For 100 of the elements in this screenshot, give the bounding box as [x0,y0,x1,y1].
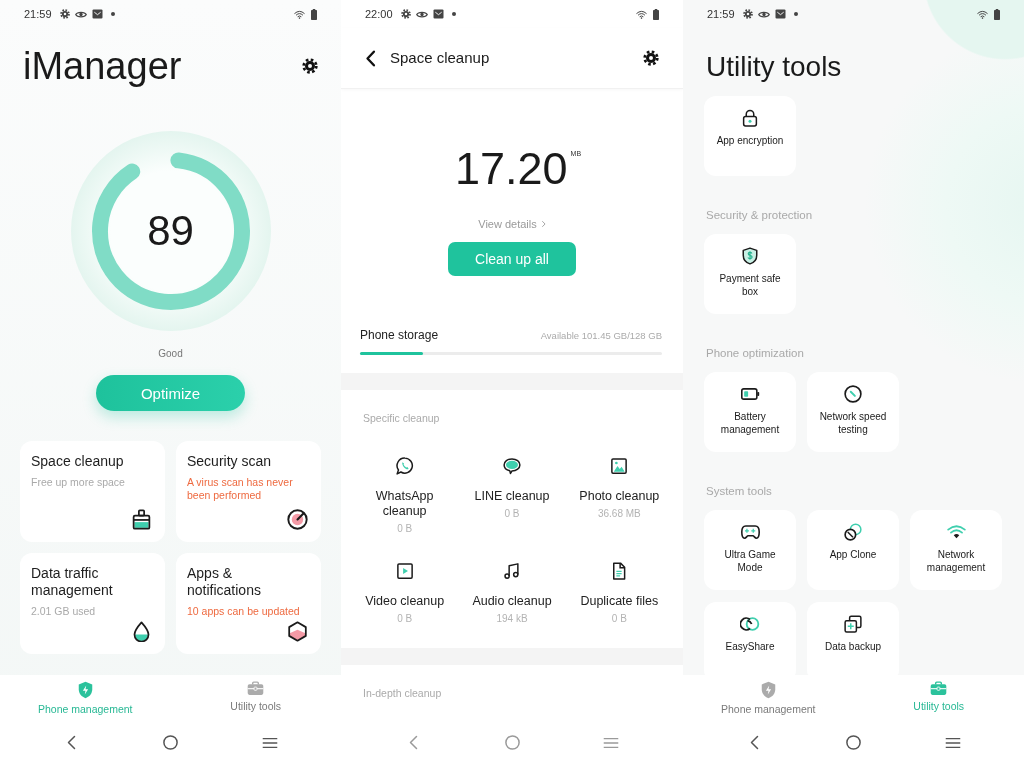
page-title: Utility tools [706,50,842,84]
card-title: Data traffic management [31,565,114,599]
dot-icon [793,12,798,16]
lock-icon [741,109,759,127]
circles-icon [844,523,862,541]
section-title: In-depth cleanup [363,686,442,700]
group-title: System tools [706,484,772,499]
card-title: Security scan [187,453,272,470]
item-label: LINE cleanup [474,489,550,504]
item-size: 0 B [397,522,413,536]
eye-icon [415,10,428,18]
toolbox-icon [930,681,948,696]
tool-tile[interactable]: App encryption [704,96,796,176]
speech-bubble-icon [503,457,521,475]
gamepad-icon [740,523,760,541]
tab[interactable]: Phone management [720,675,816,725]
junk-size: 17.20 [454,145,568,193]
status-time: 21:59 [707,7,735,21]
shield-icon [77,681,93,699]
wifi-icon [294,9,305,19]
wifi-icon [636,9,647,19]
score-label: Good [158,347,183,361]
tool-tile[interactable]: EasyShare [704,602,796,675]
item-label: Audio cleanup [472,594,552,609]
battery-icon [311,8,317,20]
chat-bubble-icon [395,457,414,475]
brush-icon [131,509,152,530]
back-icon[interactable] [750,735,759,750]
tab[interactable]: Utility tools [230,675,282,725]
card-subtitle: A virus scan has never been performed [187,476,294,502]
settings-icon[interactable] [643,50,659,66]
shield-icon [741,247,759,265]
tool-tile[interactable]: Network speed testing [807,372,899,452]
settings-icon[interactable] [302,58,318,74]
tool-tile[interactable]: Payment safe box [704,234,796,314]
dot-icon [451,12,456,16]
back-icon[interactable] [67,735,76,750]
music-note-icon [503,562,521,580]
cleanup-item[interactable]: LINE cleanup 0 B [474,457,550,521]
item-label: Duplicate files [580,594,659,609]
card-subtitle: 10 apps can be updated [187,605,300,618]
item-size: 0 B [611,612,627,626]
cleanup-item[interactable]: Photo cleanup 36.68 MB [579,457,660,521]
linked-rings-icon [740,615,760,633]
card-subtitle: Free up more space [31,476,125,489]
score-value: 89 [147,207,194,255]
item-label: Photo cleanup [579,489,660,504]
home-icon[interactable] [163,735,178,750]
gauge-icon [287,509,308,530]
card-title: Space cleanup [31,453,124,470]
copy-icon [844,615,862,633]
tool-tile[interactable]: Ultra Game Mode [704,510,796,590]
toolbox-icon [247,681,265,696]
item-size: 0 B [504,507,520,521]
settings-icon [59,9,70,19]
battery-icon [740,385,760,403]
eye-icon [757,10,770,18]
mail-icon [774,9,786,19]
status-time: 22:00 [365,7,393,21]
page-title: Space cleanup [390,49,490,67]
feature-card[interactable]: Data traffic management 2.01 GB used [20,553,165,654]
cleanup-item[interactable]: Video cleanup 0 B [365,562,445,626]
menu-icon[interactable] [944,736,961,749]
chevron-right-icon [540,220,546,228]
item-size: 0 B [397,612,413,626]
dial-icon [844,385,862,403]
tool-tile[interactable]: Data backup [807,602,899,675]
play-icon [395,562,414,580]
card-subtitle: 2.01 GB used [31,605,96,618]
group-title: Phone optimization [706,346,804,361]
cleanup-item[interactable]: Duplicate files 0 B [580,562,659,626]
hexagon-icon [287,621,308,642]
settings-icon [400,9,411,19]
mail-icon [91,9,103,19]
menu-icon[interactable] [261,736,278,749]
image-icon [610,457,629,475]
tool-tile[interactable]: Battery management [704,372,796,452]
feature-card[interactable]: Space cleanup Free up more space [20,441,165,542]
tool-tile[interactable]: Network management [910,510,1002,590]
status-time: 21:59 [24,7,52,21]
settings-icon [742,9,753,19]
storage-label: Phone storage [360,327,439,343]
section-title: Specific cleanup [363,411,440,425]
mail-icon [432,9,444,19]
battery-icon [653,8,659,20]
feature-card[interactable]: Security scan A virus scan has never been performed [176,441,321,542]
item-size: 194 kB [496,612,528,626]
item-size: 36.68 MB [597,507,641,521]
group-title: Security & protection [706,208,813,223]
cleanup-item[interactable]: Audio cleanup 194 kB [472,562,552,626]
card-title: Apps & notifications [187,565,262,599]
wifi-icon [946,523,966,541]
cleanup-item[interactable]: WhatsApp cleanup 0 B [358,457,451,536]
shield-icon [760,681,776,699]
feature-card[interactable]: Apps & notifications 10 apps can be updated [176,553,321,654]
tool-tile[interactable]: App Clone [807,510,899,590]
home-icon[interactable] [846,735,861,750]
back-icon[interactable] [365,49,376,67]
item-label: Video cleanup [365,594,445,609]
dot-icon [110,12,115,16]
